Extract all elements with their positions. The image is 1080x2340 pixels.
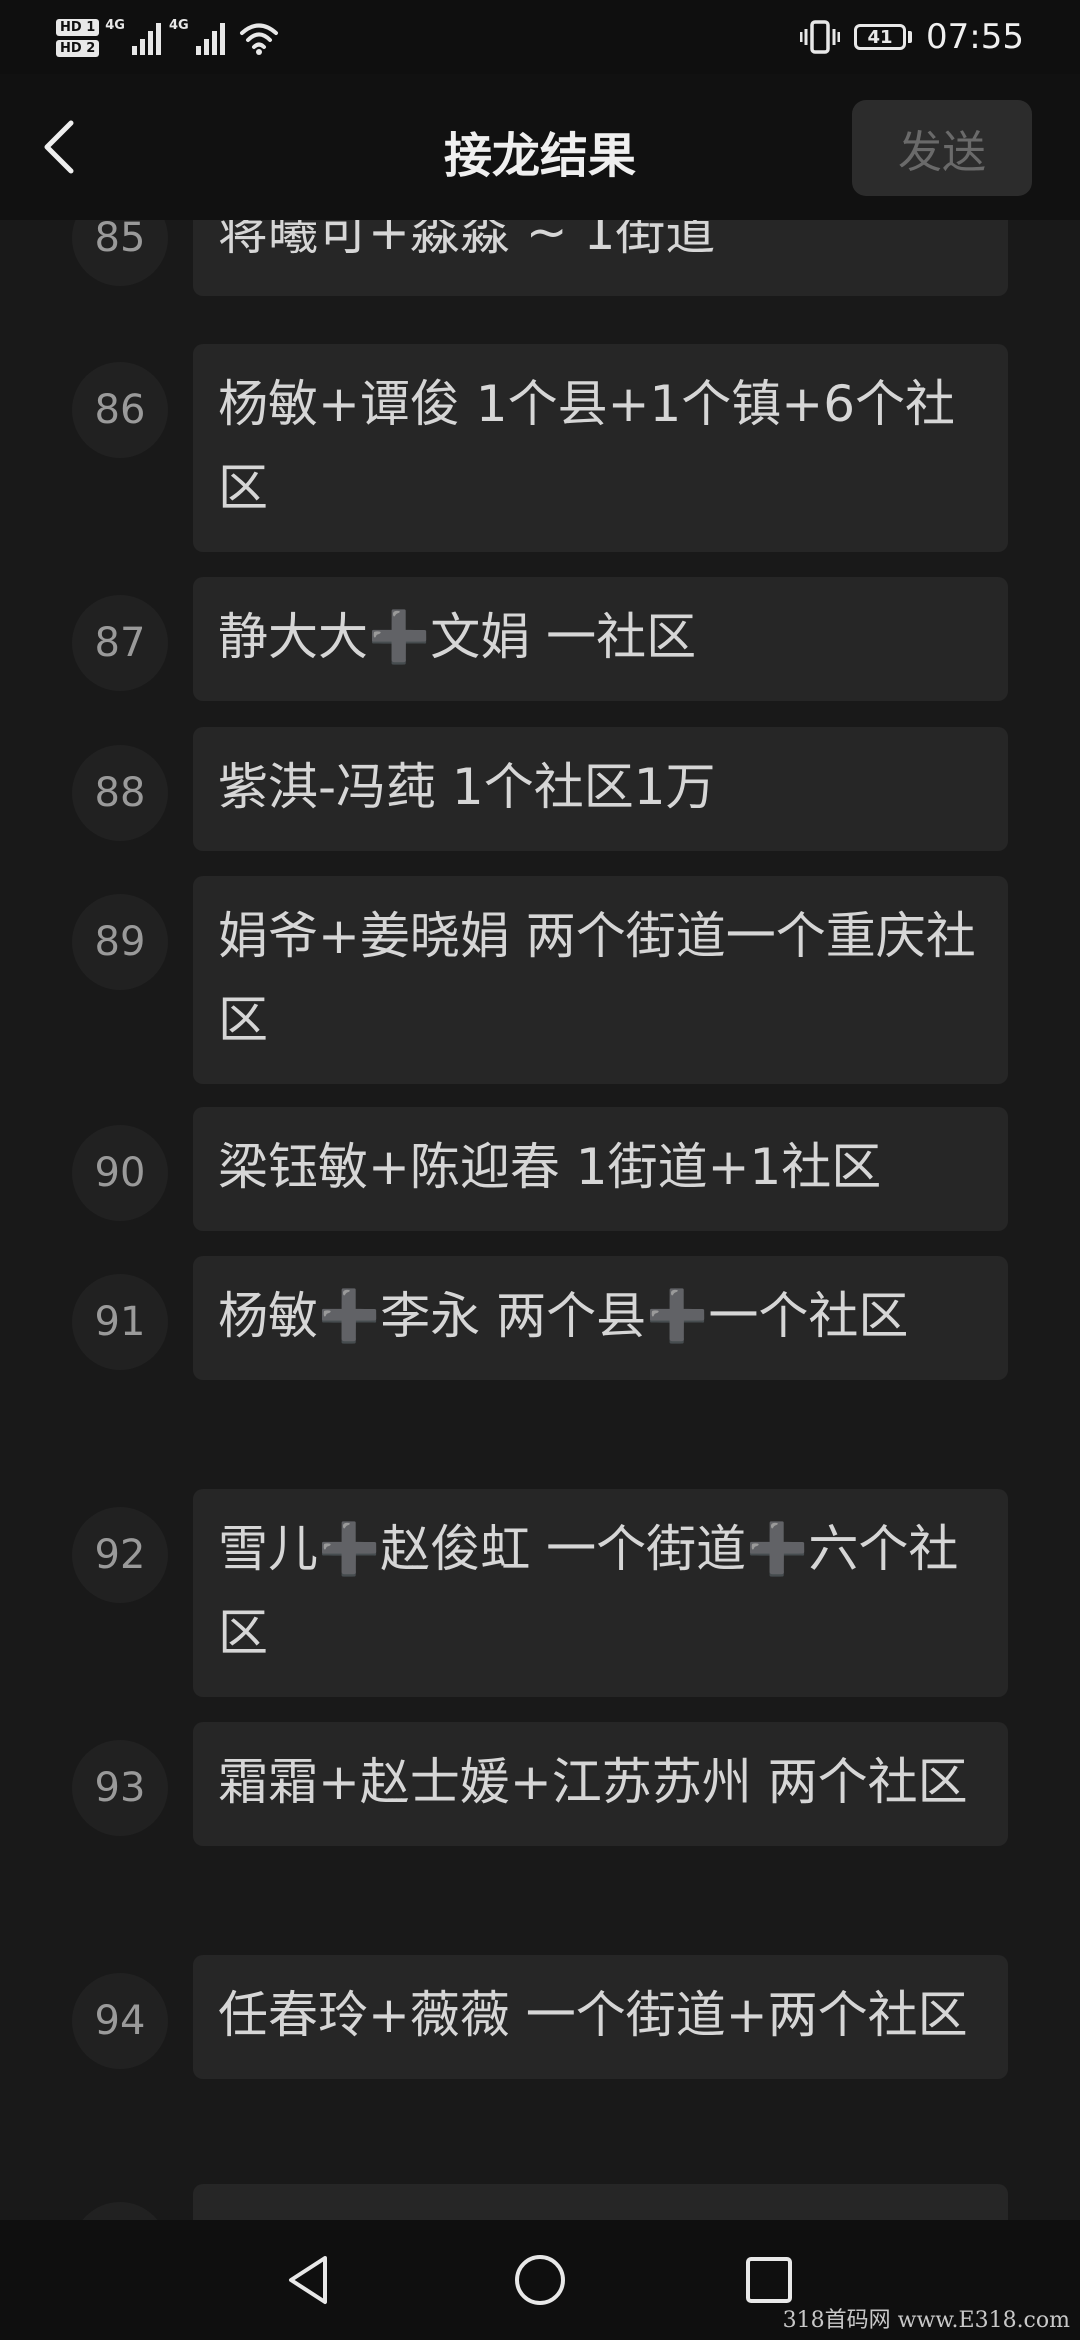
nav-home-button[interactable] (500, 2240, 580, 2320)
entry-number: 94 (72, 1973, 168, 2069)
entry-text[interactable]: 雪儿➕赵俊虹 一个街道➕六个社区 (193, 1489, 1008, 1697)
circle-home-icon (515, 2255, 565, 2305)
entry-number: 93 (72, 1740, 168, 1836)
entry-number: 90 (72, 1125, 168, 1221)
entry-number: 85 (72, 220, 168, 286)
wifi-icon (239, 23, 278, 55)
entry-number: 87 (72, 595, 168, 691)
network-type-1: 4G (105, 18, 125, 33)
network-type-2: 4G (168, 18, 189, 33)
hd1-badge: HD 1 (56, 19, 100, 36)
entry-text[interactable]: 紫淇-冯莼 1个社区1万 (193, 727, 1008, 851)
entry-number: 91 (72, 1274, 168, 1370)
entry-text[interactable]: 杨敏➕李永 两个县➕一个社区 (193, 1256, 1008, 1380)
watermark: 318首码网 www.E318.com (782, 2308, 1070, 2333)
battery-indicator: 41 (854, 24, 913, 50)
status-right: 41 07:55 (800, 12, 1024, 62)
entry-number: 92 (72, 1507, 168, 1603)
hd-badges: HD 1 HD 2 (56, 19, 100, 57)
battery-level: 41 (854, 24, 907, 50)
battery-tip (908, 31, 913, 43)
signal-icon (131, 23, 161, 55)
result-list[interactable]: 85 蒋曦可+淼淼 ~ 1街道 86 杨敏+谭俊 1个县+1个镇+6个社区 87… (0, 220, 1080, 2220)
entry-number: 89 (72, 894, 168, 990)
entry-text[interactable]: 任春玲+薇薇 一个街道+两个社区 (193, 1955, 1008, 2079)
square-recent-icon (746, 2257, 792, 2303)
entry-text[interactable]: 梁钰敏+陈迎春 1街道+1社区 (193, 1107, 1008, 1231)
hd2-badge: HD 2 (56, 40, 100, 57)
signal-icon (195, 23, 225, 55)
entry-number: 86 (72, 362, 168, 458)
entry-text[interactable]: 静大大➕文娟 一社区 (193, 577, 1008, 701)
app-header: 接龙结果 发送 (0, 74, 1080, 220)
send-button[interactable]: 发送 (852, 100, 1032, 196)
entry-text[interactable]: 蒋曦可+淼淼 ~ 1街道 (193, 220, 1008, 296)
screen: HD 1 HD 2 4G 4G 41 07:55 接龙结果 发送 85 蒋曦可+… (0, 0, 1080, 2340)
entry-text[interactable]: 娟爷+姜晓娟 两个街道一个重庆社区 (193, 876, 1008, 1084)
status-left: HD 1 HD 2 4G 4G (56, 14, 279, 62)
vibrate-icon (800, 20, 841, 54)
triangle-back-icon (289, 2256, 327, 2304)
entry-text[interactable]: 杨敏+谭俊 1个县+1个镇+6个社区 (193, 344, 1008, 552)
status-bar: HD 1 HD 2 4G 4G 41 07:55 (0, 0, 1080, 74)
nav-back-button[interactable] (268, 2240, 348, 2320)
entry-text-partial[interactable] (193, 2184, 1008, 2220)
entry-number: 88 (72, 745, 168, 841)
entry-number-partial (72, 2202, 168, 2220)
entry-text[interactable]: 霜霜+赵士媛+江苏苏州 两个社区 (193, 1722, 1008, 1846)
clock: 07:55 (926, 17, 1024, 57)
